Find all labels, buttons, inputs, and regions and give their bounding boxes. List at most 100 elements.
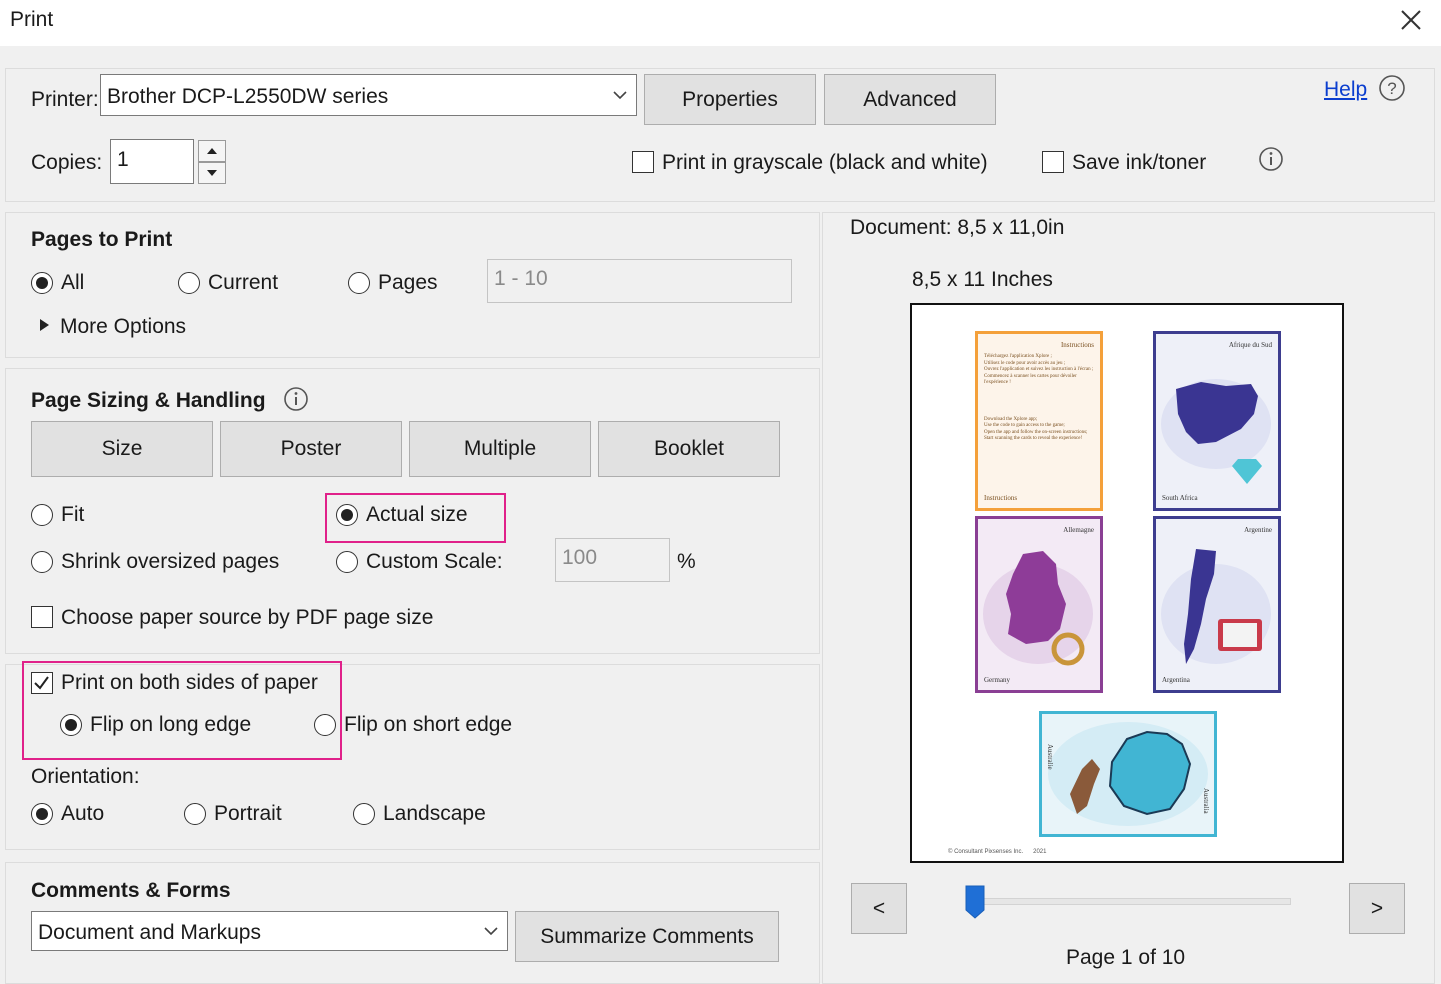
tab-poster[interactable]: Poster	[220, 421, 402, 477]
caret-right-icon	[40, 319, 49, 331]
advanced-button[interactable]: Advanced	[824, 74, 996, 125]
radio-flip-short-edge-label: Flip on short edge	[344, 713, 513, 736]
germany-map-icon	[983, 551, 1093, 666]
radio-orientation-landscape[interactable]	[353, 803, 375, 825]
info-icon[interactable]	[1258, 146, 1284, 172]
percent-label: %	[677, 550, 696, 573]
both-sides-checkbox[interactable]	[31, 672, 53, 694]
radio-flip-long-edge[interactable]	[60, 714, 82, 736]
prev-page-button[interactable]: <	[851, 883, 907, 934]
radio-shrink-oversized[interactable]	[31, 551, 53, 573]
radio-flip-long-edge-label: Flip on long edge	[90, 713, 252, 736]
radio-actual-size[interactable]	[336, 504, 358, 526]
card-title: Instructions	[1060, 341, 1094, 349]
next-page-button[interactable]: >	[1349, 883, 1405, 934]
card-bottom-label: Australia	[1202, 788, 1210, 814]
card-bottom-label: South Africa	[1162, 494, 1198, 502]
close-icon	[1401, 10, 1421, 30]
properties-button[interactable]: Properties	[644, 74, 816, 125]
card-line: Ouvrez l'application et suivez les instr…	[984, 367, 1094, 372]
radio-fit-label: Fit	[61, 503, 85, 526]
preview-footer-text: © Consultant Pixsenses Inc. 2021	[948, 849, 1047, 855]
radio-custom-scale-label: Custom Scale:	[366, 550, 503, 573]
help-link[interactable]: Help	[1324, 78, 1367, 102]
radio-orientation-auto[interactable]	[31, 803, 53, 825]
window-title: Print	[10, 8, 54, 31]
preview-card-australia: Australie Australia	[1039, 711, 1217, 837]
checkmark-icon	[34, 676, 49, 690]
preview-card-south-africa: Afrique du Sud South Africa	[1153, 331, 1281, 511]
card-bottom-label: Germany	[984, 676, 1011, 684]
radio-pages-current-label: Current	[208, 271, 279, 294]
save-ink-label: Save ink/toner	[1072, 151, 1207, 174]
summarize-comments-button[interactable]: Summarize Comments	[515, 911, 779, 962]
copies-decrement-button[interactable]	[198, 162, 226, 184]
printer-select[interactable]: Brother DCP-L2550DW series	[100, 74, 637, 116]
preview-sheet: Instructions Téléchargez l'application X…	[920, 313, 1334, 855]
more-options-toggle[interactable]	[38, 318, 50, 337]
caret-down-icon	[207, 170, 217, 176]
card-bottom-label: Argentina	[1162, 676, 1190, 684]
card-line: Commencez à scanner les cartes pour dévo…	[984, 373, 1077, 386]
both-sides-label: Print on both sides of paper	[61, 671, 318, 694]
chevron-down-icon	[475, 912, 507, 950]
card-bottom-label: Instructions	[984, 494, 1018, 502]
help-icon[interactable]: ?	[1378, 74, 1406, 102]
card-line: Start scanning the cards to reveal the e…	[984, 436, 1083, 441]
copies-increment-button[interactable]	[198, 140, 226, 162]
comments-title: Comments & Forms	[31, 879, 231, 902]
close-button[interactable]	[1393, 4, 1429, 36]
radio-fit[interactable]	[31, 504, 53, 526]
radio-actual-size-label: Actual size	[366, 503, 468, 526]
copies-input[interactable]: 1	[110, 139, 194, 184]
save-ink-checkbox[interactable]	[1042, 151, 1064, 173]
grayscale-checkbox[interactable]	[632, 151, 654, 173]
paper-source-label: Choose paper source by PDF page size	[61, 606, 434, 629]
preview-card-argentina: Argentine Argentina	[1153, 516, 1281, 693]
australia-map-icon	[1048, 722, 1208, 826]
argentina-map-icon	[1161, 549, 1271, 664]
radio-pages-range[interactable]	[348, 272, 370, 294]
page-indicator: Page 1 of 10	[1066, 946, 1186, 969]
radio-pages-all[interactable]	[31, 272, 53, 294]
tab-size[interactable]: Size	[31, 421, 213, 477]
custom-scale-input[interactable]: 100	[555, 538, 670, 582]
page-sizing-title: Page Sizing & Handling	[31, 389, 266, 412]
radio-flip-short-edge[interactable]	[314, 714, 336, 736]
page-slider[interactable]	[975, 898, 1291, 905]
south-africa-map-icon	[1161, 379, 1271, 484]
page-size-label: 8,5 x 11 Inches	[912, 268, 1053, 291]
radio-orientation-auto-label: Auto	[61, 802, 105, 825]
radio-pages-range-label: Pages	[378, 271, 438, 294]
printer-label: Printer:	[31, 88, 99, 111]
preview-card-instructions: Instructions Téléchargez l'application X…	[975, 331, 1103, 511]
tab-multiple[interactable]: Multiple	[409, 421, 591, 477]
page-sizing-info-icon[interactable]	[283, 386, 309, 412]
preview-card-germany: Allemagne Germany	[975, 516, 1103, 693]
document-size-label: Document: 8,5 x 11,0in	[850, 216, 1065, 239]
tab-booklet[interactable]: Booklet	[598, 421, 780, 477]
comments-selected-value: Document and Markups	[38, 920, 261, 944]
radio-pages-current[interactable]	[178, 272, 200, 294]
comments-select[interactable]: Document and Markups	[31, 911, 508, 951]
pages-to-print-title: Pages to Print	[31, 228, 173, 251]
radio-shrink-oversized-label: Shrink oversized pages	[61, 550, 280, 573]
radio-orientation-portrait[interactable]	[184, 803, 206, 825]
chevron-down-icon	[604, 75, 636, 115]
title-bar	[0, 0, 1441, 46]
pages-range-input[interactable]: 1 - 10	[487, 259, 792, 303]
caret-up-icon	[207, 148, 217, 154]
card-instructions-text: Téléchargez l'application Xplore ; Utili…	[984, 354, 1096, 443]
printer-selected-value: Brother DCP-L2550DW series	[107, 84, 389, 108]
grayscale-label: Print in grayscale (black and white)	[662, 151, 988, 174]
more-options-label[interactable]: More Options	[60, 315, 186, 339]
paper-source-checkbox[interactable]	[31, 606, 53, 628]
radio-orientation-portrait-label: Portrait	[214, 802, 282, 825]
radio-custom-scale[interactable]	[336, 551, 358, 573]
radio-pages-all-label: All	[61, 271, 85, 294]
card-title: Australie	[1046, 744, 1054, 770]
svg-text:?: ?	[1387, 79, 1396, 98]
copies-label: Copies:	[31, 151, 103, 174]
orientation-label: Orientation:	[31, 765, 140, 788]
page-slider-thumb[interactable]	[964, 884, 986, 925]
